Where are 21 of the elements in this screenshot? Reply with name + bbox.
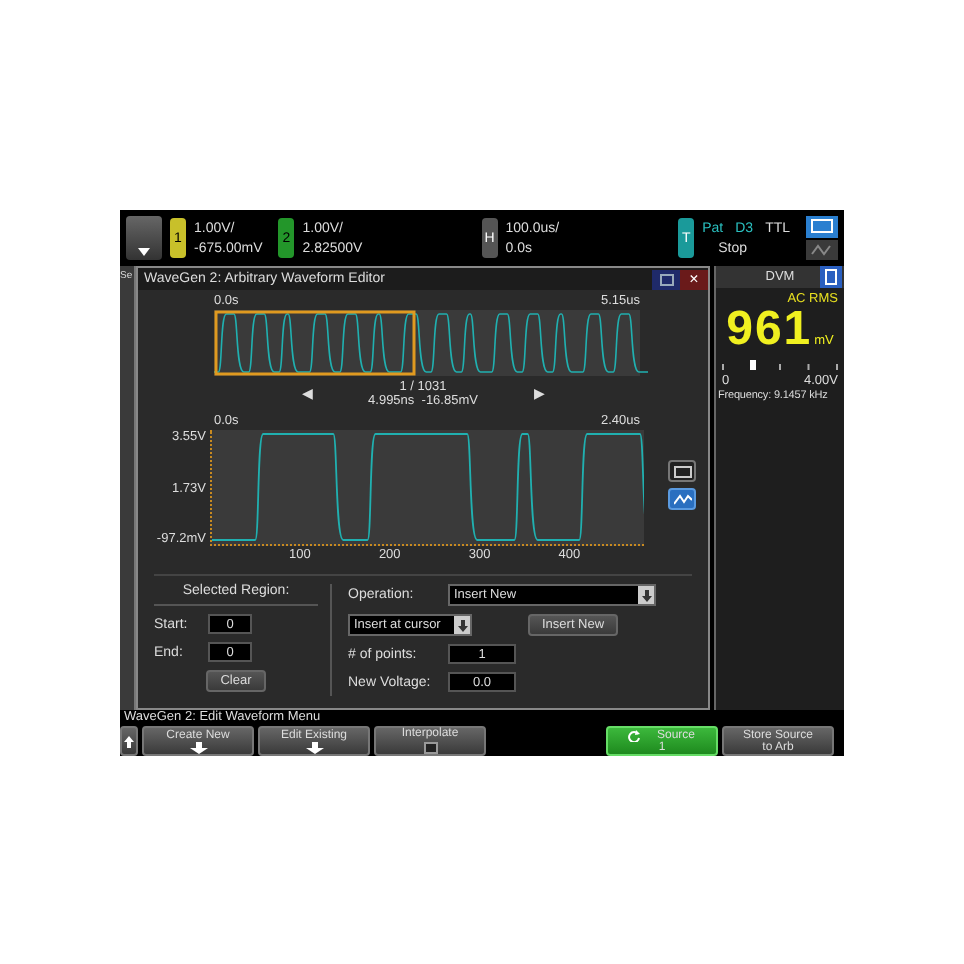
caret-icon [138,248,150,256]
arrow-icon [641,589,651,601]
dvm-reading: 961 [726,308,813,352]
display-icon[interactable] [806,216,839,260]
close-button[interactable]: × [680,269,708,289]
view-mode-button[interactable] [668,460,696,482]
window-icon [673,465,691,477]
checkbox[interactable] [423,742,437,754]
refresh-icon [628,729,641,741]
up-arrow-icon [124,735,134,747]
down-arrow-icon [305,741,323,753]
panel-menu-icon[interactable] [820,266,842,288]
up-key[interactable] [120,726,138,756]
menu-key[interactable] [126,216,162,260]
selection-box[interactable] [214,310,416,376]
window-button[interactable] [652,269,680,289]
view-mode-button[interactable] [668,488,696,510]
window-icon [659,273,673,285]
arrow-icon [457,619,467,631]
waveform-icon [673,493,691,505]
down-arrow-icon [189,741,207,753]
